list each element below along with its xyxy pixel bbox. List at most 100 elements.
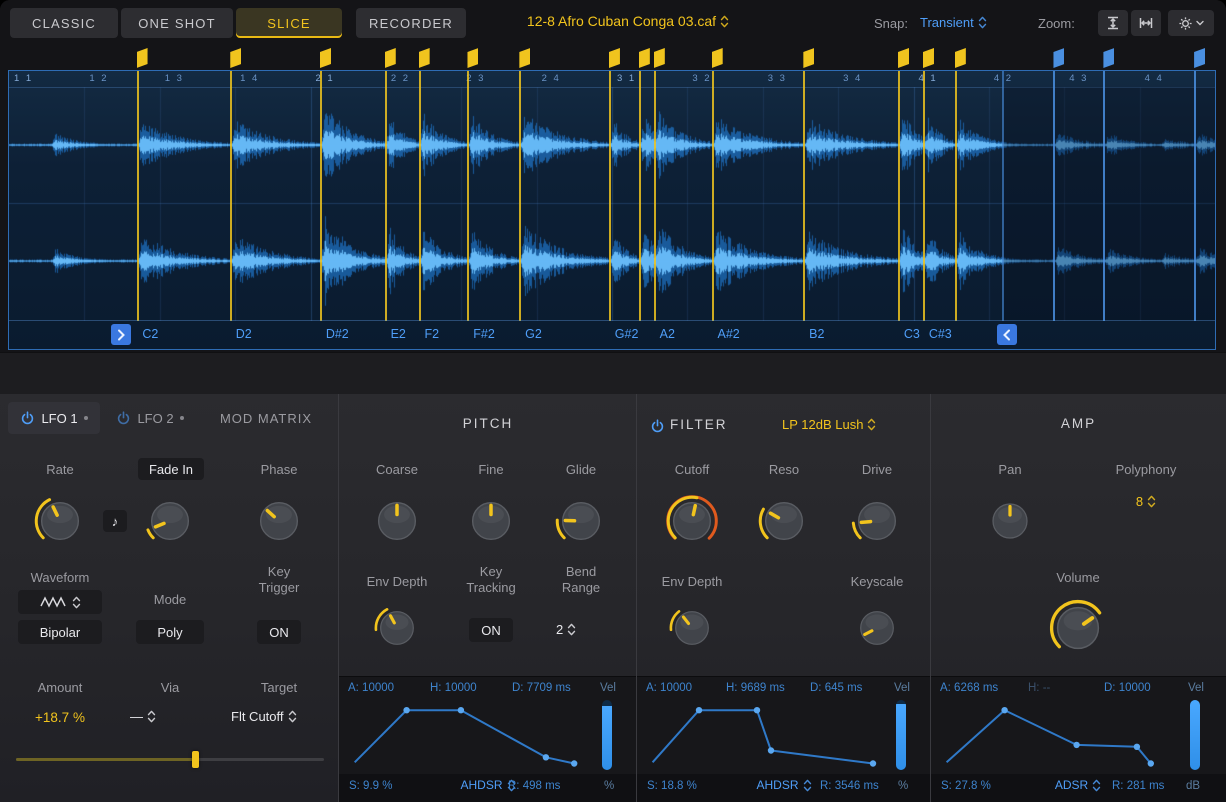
slice-marker-line[interactable] xyxy=(712,71,714,321)
lfo-rate-sync-button[interactable]: ♪ xyxy=(103,510,127,532)
slice-marker-flag[interactable] xyxy=(712,48,723,68)
pitch-env-hold[interactable]: H: 10000 xyxy=(430,682,477,694)
glide-knob[interactable] xyxy=(554,494,608,548)
slice-marker-flag[interactable] xyxy=(467,48,478,68)
slice-marker-line[interactable] xyxy=(923,71,925,321)
lfo-via-select[interactable]: — xyxy=(130,709,210,724)
zoom-vertical-button[interactable] xyxy=(1098,10,1128,36)
slice-marker-flag[interactable] xyxy=(519,48,530,68)
tab-lfo1[interactable]: LFO 1 xyxy=(8,402,100,434)
slice-marker-flag[interactable] xyxy=(419,48,430,68)
lfo-fade-knob[interactable] xyxy=(143,494,197,548)
filter-vel-slider[interactable] xyxy=(896,700,906,770)
slice-marker-line[interactable] xyxy=(385,71,387,321)
pitch-env-release[interactable]: R: 498 ms xyxy=(508,780,560,792)
slice-marker-flag[interactable] xyxy=(923,48,934,68)
tab-slice[interactable]: SLICE xyxy=(236,8,342,38)
polyphony-select[interactable]: 8 xyxy=(1126,494,1166,509)
slice-marker-line[interactable] xyxy=(803,71,805,321)
coarse-knob[interactable] xyxy=(370,494,424,548)
filter-env-sustain[interactable]: S: 18.8 % xyxy=(647,780,697,792)
action-menu-button[interactable] xyxy=(1168,10,1214,36)
cutoff-knob[interactable] xyxy=(665,494,719,548)
lfo-target-select[interactable]: Flt Cutoff xyxy=(231,709,327,724)
lfo-mode-select[interactable]: Poly xyxy=(136,620,204,644)
lfo1-power-button[interactable] xyxy=(20,411,35,426)
drive-knob[interactable] xyxy=(850,494,904,548)
pitch-env-sustain[interactable]: S: 9.9 % xyxy=(349,780,392,792)
slice-marker-line[interactable] xyxy=(419,71,421,321)
tab-lfo2[interactable]: LFO 2 xyxy=(104,402,196,434)
slice-marker-line[interactable] xyxy=(654,71,656,321)
lfo-amount-slider-thumb[interactable] xyxy=(192,751,199,768)
slice-marker-line[interactable] xyxy=(320,71,322,321)
slice-marker-flag[interactable] xyxy=(955,48,966,68)
sample-file-menu[interactable]: 12-8 Afro Cuban Conga 03.caf xyxy=(450,13,806,29)
slice-marker-line[interactable] xyxy=(1053,71,1055,321)
slice-marker-line[interactable] xyxy=(955,71,957,321)
lfo-phase-knob[interactable] xyxy=(252,494,306,548)
tab-classic[interactable]: CLASSIC xyxy=(10,8,118,38)
slice-marker-line[interactable] xyxy=(467,71,469,321)
pitch-envelope-graph[interactable] xyxy=(346,700,590,770)
pitch-env-attack[interactable]: A: 10000 xyxy=(348,682,394,694)
filter-type-select[interactable]: LP 12dB Lush xyxy=(782,417,922,432)
keyscale-knob[interactable] xyxy=(853,604,901,652)
filter-env-hold[interactable]: H: 9689 ms xyxy=(726,682,785,694)
filter-env-release[interactable]: R: 3546 ms xyxy=(820,780,879,792)
slice-marker-line[interactable] xyxy=(609,71,611,321)
slice-marker-flag[interactable] xyxy=(609,48,620,68)
slice-marker-flag[interactable] xyxy=(1053,48,1064,68)
slice-marker-flag[interactable] xyxy=(230,48,241,68)
slice-marker-flag[interactable] xyxy=(1103,48,1114,68)
selection-start-handle[interactable] xyxy=(111,324,131,345)
lfo-rate-knob[interactable] xyxy=(33,494,87,548)
slice-marker-flag[interactable] xyxy=(1194,48,1205,68)
tab-one-shot[interactable]: ONE SHOT xyxy=(121,8,233,38)
filter-envelope-graph[interactable] xyxy=(644,700,884,770)
slice-marker-flag[interactable] xyxy=(639,48,650,68)
bend-range-select[interactable]: 2 xyxy=(556,622,606,637)
slice-marker-line[interactable] xyxy=(898,71,900,321)
fine-knob[interactable] xyxy=(464,494,518,548)
amp-env-release[interactable]: R: 281 ms xyxy=(1112,780,1164,792)
filter-env-type-select[interactable]: AHDSR xyxy=(744,778,824,792)
filter-power-button[interactable] xyxy=(650,419,665,434)
reso-knob[interactable] xyxy=(757,494,811,548)
slice-marker-flag[interactable] xyxy=(137,48,148,68)
pitch-vel-slider[interactable] xyxy=(602,700,612,770)
pitch-env-decay[interactable]: D: 7709 ms xyxy=(512,682,571,694)
slice-marker-line[interactable] xyxy=(1194,71,1196,321)
selection-end-line[interactable] xyxy=(1002,71,1004,321)
lfo2-power-button[interactable] xyxy=(116,411,131,426)
selection-end-handle[interactable] xyxy=(997,324,1017,345)
amp-vel-slider[interactable] xyxy=(1190,700,1200,770)
zoom-horizontal-button[interactable] xyxy=(1131,10,1161,36)
amp-env-sustain[interactable]: S: 27.8 % xyxy=(941,780,991,792)
lfo-fade-mode-select[interactable]: Fade In xyxy=(138,458,204,480)
slice-marker-line[interactable] xyxy=(519,71,521,321)
slice-marker-line[interactable] xyxy=(1103,71,1105,321)
slice-marker-flag[interactable] xyxy=(385,48,396,68)
snap-select[interactable]: Transient xyxy=(920,15,987,30)
filter-env-decay[interactable]: D: 645 ms xyxy=(810,682,862,694)
tab-mod-matrix[interactable]: MOD MATRIX xyxy=(200,402,332,434)
slice-marker-flag[interactable] xyxy=(654,48,665,68)
lfo-amount-value[interactable]: +18.7 % xyxy=(20,710,100,726)
volume-knob[interactable] xyxy=(1048,598,1108,658)
lfo-waveform-selector[interactable] xyxy=(18,590,102,614)
filter-env-depth-knob[interactable] xyxy=(668,604,716,652)
pan-knob[interactable] xyxy=(985,496,1035,546)
amp-env-decay[interactable]: D: 10000 xyxy=(1104,682,1151,694)
amp-env-type-select[interactable]: ADSR xyxy=(1038,778,1118,792)
lfo-polarity-select[interactable]: Bipolar xyxy=(18,620,102,644)
amp-env-hold[interactable]: H: -- xyxy=(1028,682,1050,694)
slice-marker-line[interactable] xyxy=(137,71,139,321)
key-tracking-toggle[interactable]: ON xyxy=(469,618,513,642)
slice-marker-flag[interactable] xyxy=(803,48,814,68)
slice-marker-line[interactable] xyxy=(639,71,641,321)
slice-marker-line[interactable] xyxy=(230,71,232,321)
amp-env-attack[interactable]: A: 6268 ms xyxy=(940,682,998,694)
slice-marker-flag[interactable] xyxy=(898,48,909,68)
pitch-env-depth-knob[interactable] xyxy=(373,604,421,652)
